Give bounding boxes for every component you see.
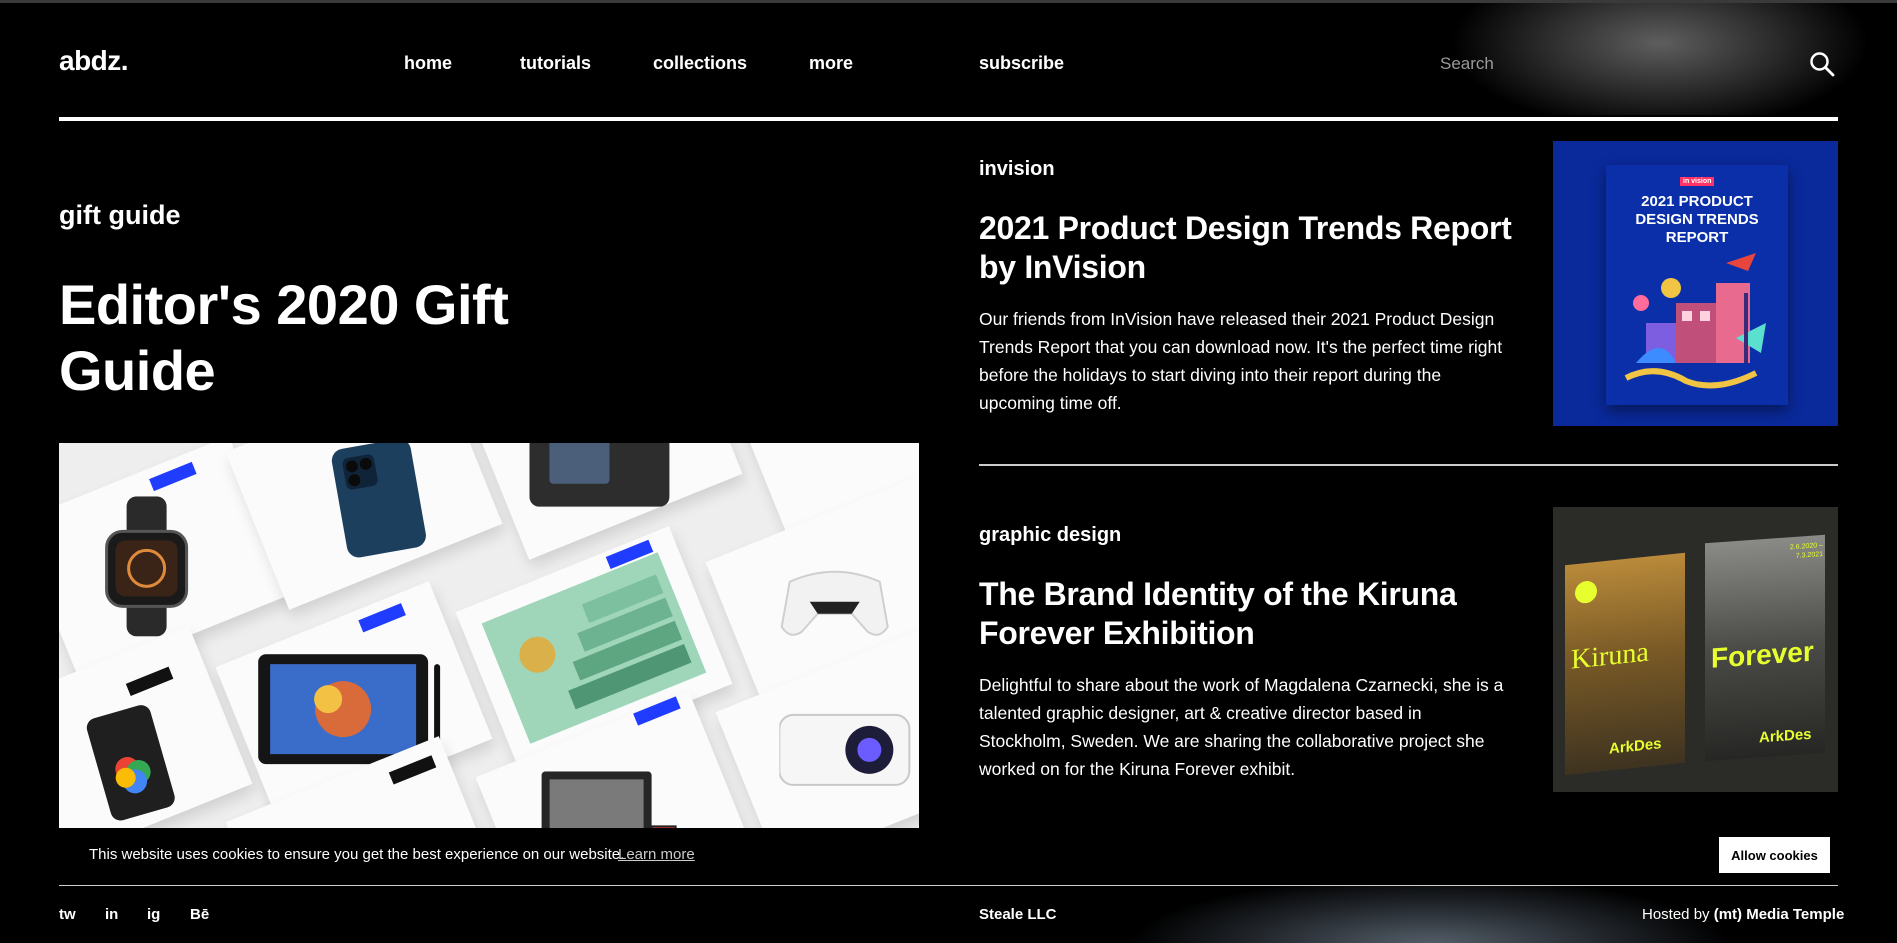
footer-rule xyxy=(59,885,1838,886)
article-category[interactable]: graphic design xyxy=(979,524,1121,547)
projector-icon xyxy=(779,713,911,786)
article-category[interactable]: invision xyxy=(979,158,1055,181)
iphone-icon xyxy=(331,443,426,558)
nav-subscribe[interactable]: subscribe xyxy=(979,53,1064,74)
recommended-badge xyxy=(358,603,406,633)
wishlist-badge xyxy=(388,755,437,785)
social-twitter-link[interactable]: tw xyxy=(59,906,76,923)
article-title[interactable]: The Brand Identity of the Kiruna Forever… xyxy=(979,575,1539,653)
search-icon[interactable] xyxy=(1809,51,1835,77)
camera-icon xyxy=(529,443,670,507)
poster-kiruna-word: Kiruna xyxy=(1571,636,1649,676)
report-cover-title: 2021 PRODUCT DESIGN TRENDS REPORT xyxy=(1635,193,1759,246)
gift-guide-image[interactable] xyxy=(59,443,919,828)
footer-hosted-by: Hosted by (mt) Media Temple xyxy=(1642,906,1844,923)
article-description: Delightful to share about the work of Ma… xyxy=(979,675,1504,779)
cookie-message: This website uses cookies to ensure you … xyxy=(89,846,625,863)
smartwatch-icon xyxy=(105,496,189,637)
nav-tutorials[interactable]: tutorials xyxy=(520,53,591,74)
poster-forever-dates: 2.6.2020 – 7.3.2021 xyxy=(1789,541,1823,560)
laptop-stand-icon xyxy=(541,771,677,828)
header-rule xyxy=(59,117,1838,121)
poster-forever: 2.6.2020 – 7.3.2021 Forever ArkDes xyxy=(1705,534,1825,762)
site-header: abdz. home tutorials collections more su… xyxy=(0,3,1897,115)
invision-logo-text: in vision xyxy=(1680,177,1715,186)
poster-forever-brand: ArkDes xyxy=(1759,725,1812,747)
search-input[interactable] xyxy=(1440,50,1700,78)
article-description: Our friends from InVision have released … xyxy=(979,309,1503,413)
nav-home[interactable]: home xyxy=(404,53,452,74)
city-illustration-icon xyxy=(1624,253,1766,389)
report-cover: in vision 2021 PRODUCT DESIGN TRENDS REP… xyxy=(1606,165,1788,405)
allow-cookies-button[interactable]: Allow cookies xyxy=(1719,837,1830,873)
kiruna-forever-thumbnail[interactable]: Kiruna ArkDes 2.6.2020 – 7.3.2021 Foreve… xyxy=(1553,507,1838,792)
social-linkedin-link[interactable]: in xyxy=(105,906,118,923)
poster-kiruna: Kiruna ArkDes xyxy=(1565,552,1685,776)
footer-company: Steale LLC xyxy=(979,906,1057,923)
social-behance-link[interactable]: Bē xyxy=(190,906,209,923)
nav-collections[interactable]: collections xyxy=(653,53,747,74)
article-divider xyxy=(979,464,1838,466)
hosted-prefix: Hosted by xyxy=(1642,906,1710,923)
wishlist-badge xyxy=(125,666,174,696)
invision-report-thumbnail[interactable]: in vision 2021 PRODUCT DESIGN TRENDS REP… xyxy=(1553,141,1838,426)
recommended-badge xyxy=(149,461,197,492)
poster-kiruna-brand: ArkDes xyxy=(1609,735,1662,758)
poster-forever-word: Forever xyxy=(1711,635,1814,674)
site-logo[interactable]: abdz. xyxy=(59,45,129,77)
cookie-learn-more-link[interactable]: Learn more xyxy=(618,846,695,863)
article-title[interactable]: 2021 Product Design Trends Report by InV… xyxy=(979,209,1539,287)
poster-kiruna-badge xyxy=(1575,579,1597,605)
hero-category[interactable]: gift guide xyxy=(59,200,180,231)
pixel-phone-icon xyxy=(86,705,175,821)
product-tile-camera xyxy=(465,443,743,560)
social-instagram-link[interactable]: ig xyxy=(147,906,160,923)
hero-title[interactable]: Editor's 2020 Gift Guide xyxy=(59,272,619,404)
game-controller-icon xyxy=(780,570,889,636)
nav-more[interactable]: more xyxy=(809,53,853,74)
host-link[interactable]: (mt) Media Temple xyxy=(1714,906,1845,923)
